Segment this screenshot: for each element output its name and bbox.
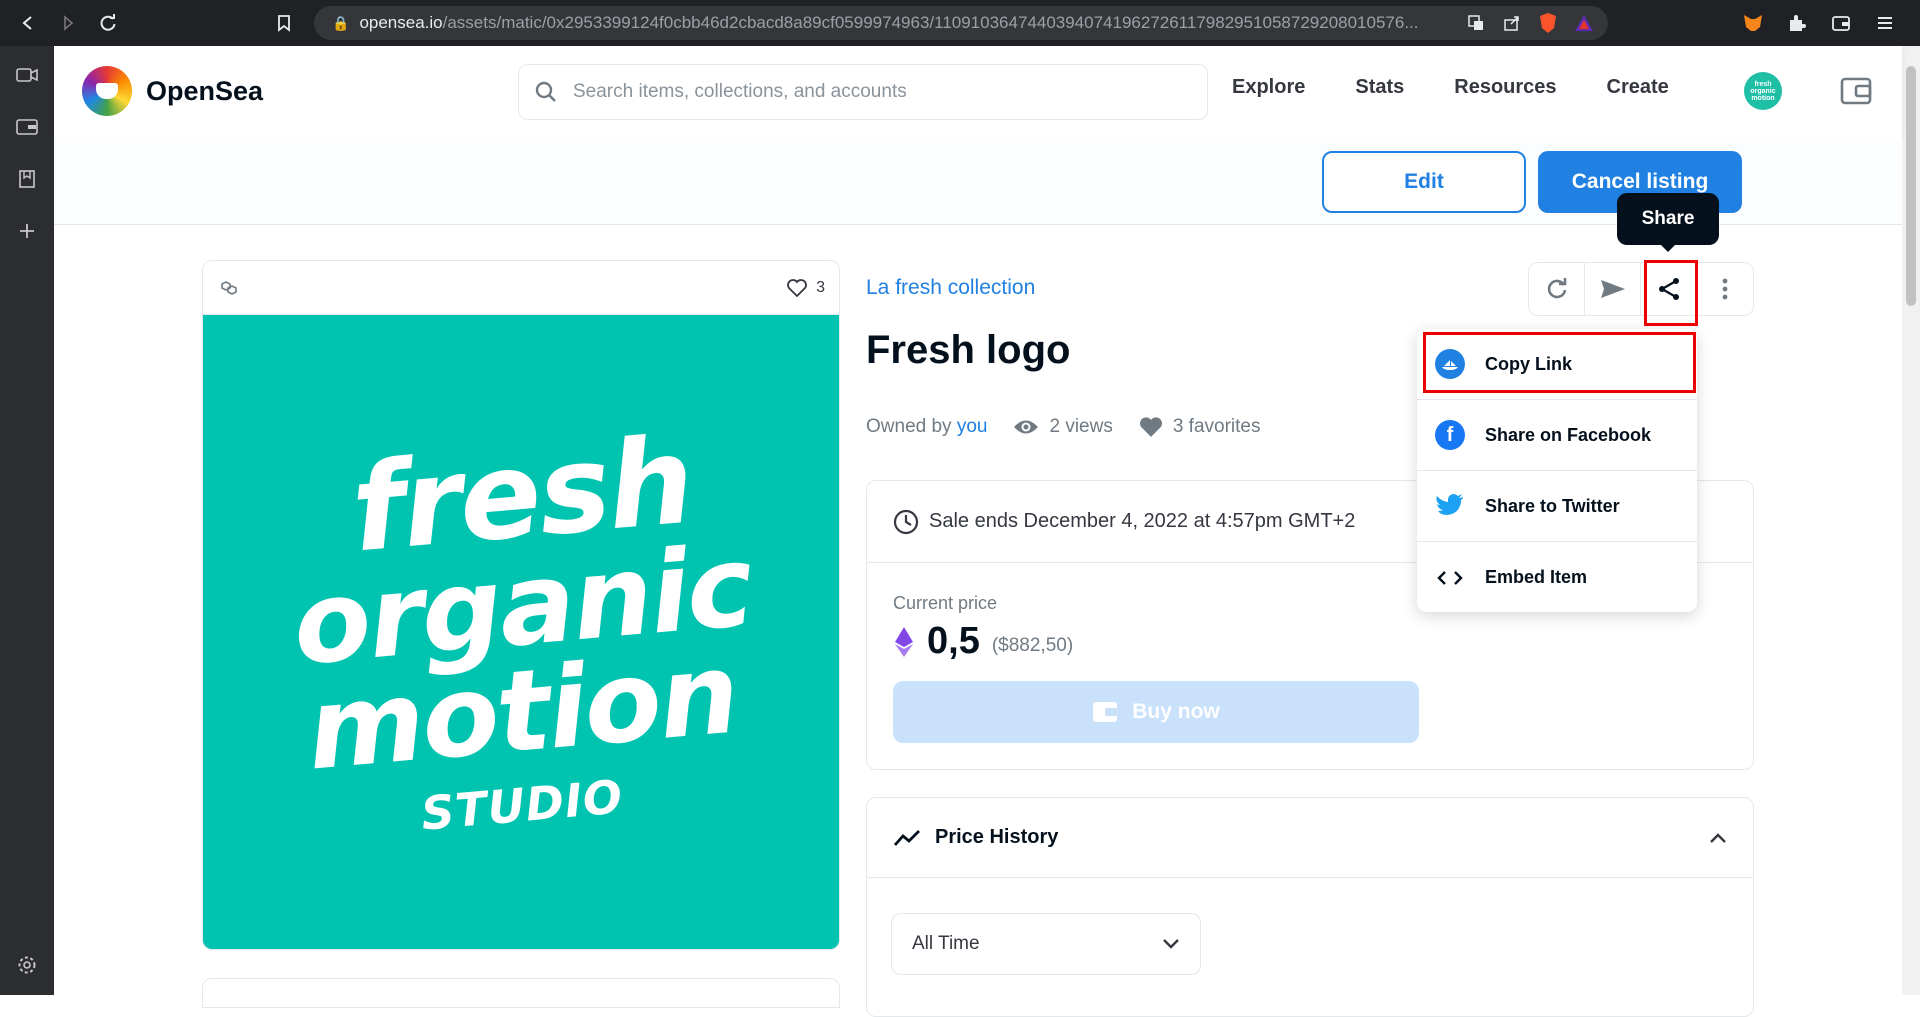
url-text: opensea.io/assets/matic/0x2953399124f0cb… — [359, 13, 1419, 32]
reload-icon[interactable] — [88, 0, 128, 46]
share-twitter-item[interactable]: Share to Twitter — [1417, 471, 1697, 542]
views-text: 2 views — [1049, 416, 1113, 437]
heart-icon — [787, 278, 807, 297]
time-range-select[interactable]: All Time — [891, 913, 1201, 975]
favorite-button[interactable]: 3 — [786, 278, 825, 298]
search-bar[interactable] — [518, 64, 1208, 120]
more-vertical-icon — [1722, 278, 1728, 300]
clock-icon — [893, 509, 919, 534]
details-panel — [202, 978, 840, 1008]
wallet-extension-icon[interactable] — [1830, 12, 1852, 34]
nav-resources[interactable]: Resources — [1454, 76, 1556, 99]
nav-stats[interactable]: Stats — [1355, 76, 1404, 99]
video-icon[interactable] — [14, 62, 40, 88]
chevron-down-icon — [1163, 939, 1179, 949]
embed-item-label: Embed Item — [1485, 567, 1588, 587]
forward-icon[interactable] — [48, 0, 88, 46]
chevron-up-icon[interactable] — [1709, 832, 1727, 844]
owner-link[interactable]: you — [957, 416, 988, 437]
menu-icon[interactable] — [1874, 12, 1896, 34]
scroll-thumb[interactable] — [1906, 66, 1916, 306]
code-icon — [1435, 563, 1465, 593]
refresh-icon — [1547, 278, 1566, 299]
price-history-panel: Price History All Time — [866, 797, 1754, 1017]
sale-end-text: Sale ends December 4, 2022 at 4:57pm GMT… — [929, 510, 1356, 532]
copy-link-highlight — [1423, 332, 1696, 393]
price-usd: ($882,50) — [991, 634, 1074, 656]
back-icon[interactable] — [8, 0, 48, 46]
add-icon[interactable] — [14, 218, 40, 244]
search-input[interactable] — [573, 81, 1173, 103]
bookmark-icon[interactable] — [264, 0, 304, 46]
price-value: 0,5 — [927, 620, 980, 662]
brave-rewards-icon[interactable] — [1574, 13, 1594, 33]
edit-button[interactable]: Edit — [1322, 151, 1526, 213]
eye-icon — [1014, 420, 1039, 434]
image-text-line: motion — [301, 628, 742, 796]
logo-text: OpenSea — [146, 75, 264, 106]
favorites-count[interactable]: 3 favorites — [1139, 416, 1261, 438]
asset-title: Fresh logo — [866, 328, 1071, 372]
collection-link[interactable]: La fresh collection — [866, 276, 1035, 300]
share-page-icon[interactable] — [1502, 13, 1522, 33]
price-history-header[interactable]: Price History — [867, 798, 1753, 878]
opensea-logo-icon — [82, 66, 132, 116]
nav-create[interactable]: Create — [1607, 76, 1669, 99]
more-options-button[interactable] — [1697, 263, 1753, 315]
card-header: 3 — [203, 261, 839, 315]
eth-icon — [895, 626, 913, 657]
polygon-chain-icon — [221, 280, 237, 295]
scrollbar[interactable] — [1902, 46, 1920, 995]
share-button-highlight — [1644, 260, 1698, 326]
asset-toolbar — [1528, 262, 1754, 316]
brave-shield-icon[interactable] — [1538, 13, 1558, 33]
price-history-title: Price History — [935, 826, 1059, 848]
favorites-text: 3 favorites — [1172, 416, 1261, 437]
send-icon — [1600, 280, 1625, 298]
views-count: 2 views — [1013, 416, 1113, 438]
heart-filled-icon — [1139, 417, 1162, 437]
favorite-count: 3 — [816, 278, 825, 296]
extensions-icon[interactable] — [1786, 12, 1808, 34]
metamask-icon[interactable] — [1742, 12, 1764, 34]
asset-meta: Owned by you 2 views 3 favorites — [866, 416, 1260, 438]
nav-explore[interactable]: Explore — [1232, 76, 1305, 99]
twitter-icon — [1435, 491, 1465, 521]
settings-icon[interactable] — [14, 952, 40, 978]
browser-sidebar — [0, 46, 54, 995]
buy-now-label: Buy now — [1132, 700, 1220, 723]
address-bar[interactable]: 🔒 opensea.io/assets/matic/0x2953399124f0… — [314, 6, 1608, 40]
site-header: OpenSea Explore Stats Resources Create f… — [54, 46, 1902, 137]
refresh-metadata-button[interactable] — [1529, 263, 1585, 315]
main-nav: Explore Stats Resources Create — [1232, 76, 1669, 99]
facebook-icon: f — [1435, 420, 1465, 450]
profile-avatar[interactable]: fresh organic motion — [1744, 72, 1782, 110]
owner-info: Owned by you — [866, 416, 987, 438]
buy-now-button[interactable]: Buy now — [893, 681, 1419, 743]
share-facebook-item[interactable]: f Share on Facebook — [1417, 400, 1697, 471]
reading-list-icon[interactable] — [14, 166, 40, 192]
wallet-icon[interactable] — [1840, 76, 1872, 106]
lock-icon: 🔒 — [332, 14, 350, 31]
translate-icon[interactable] — [1466, 13, 1486, 33]
share-twitter-label: Share to Twitter — [1485, 495, 1620, 516]
asset-card: 3 fresh organic motion STUDIO — [202, 260, 840, 950]
wallet-button-icon — [1093, 702, 1118, 722]
image-text-line: STUDIO — [418, 768, 626, 841]
transfer-button[interactable] — [1585, 263, 1641, 315]
embed-item[interactable]: Embed Item — [1417, 542, 1697, 613]
search-icon — [535, 81, 556, 102]
wallet-sidebar-icon[interactable] — [14, 114, 40, 140]
share-tooltip: Share — [1617, 193, 1719, 252]
browser-toolbar: 🔒 opensea.io/assets/matic/0x2953399124f0… — [0, 0, 1920, 46]
trend-icon — [893, 829, 920, 846]
asset-image[interactable]: fresh organic motion STUDIO — [203, 315, 839, 949]
opensea-logo[interactable]: OpenSea — [82, 66, 263, 116]
time-range-value: All Time — [912, 933, 980, 954]
owned-by-label: Owned by — [866, 416, 952, 437]
share-facebook-label: Share on Facebook — [1485, 424, 1652, 445]
